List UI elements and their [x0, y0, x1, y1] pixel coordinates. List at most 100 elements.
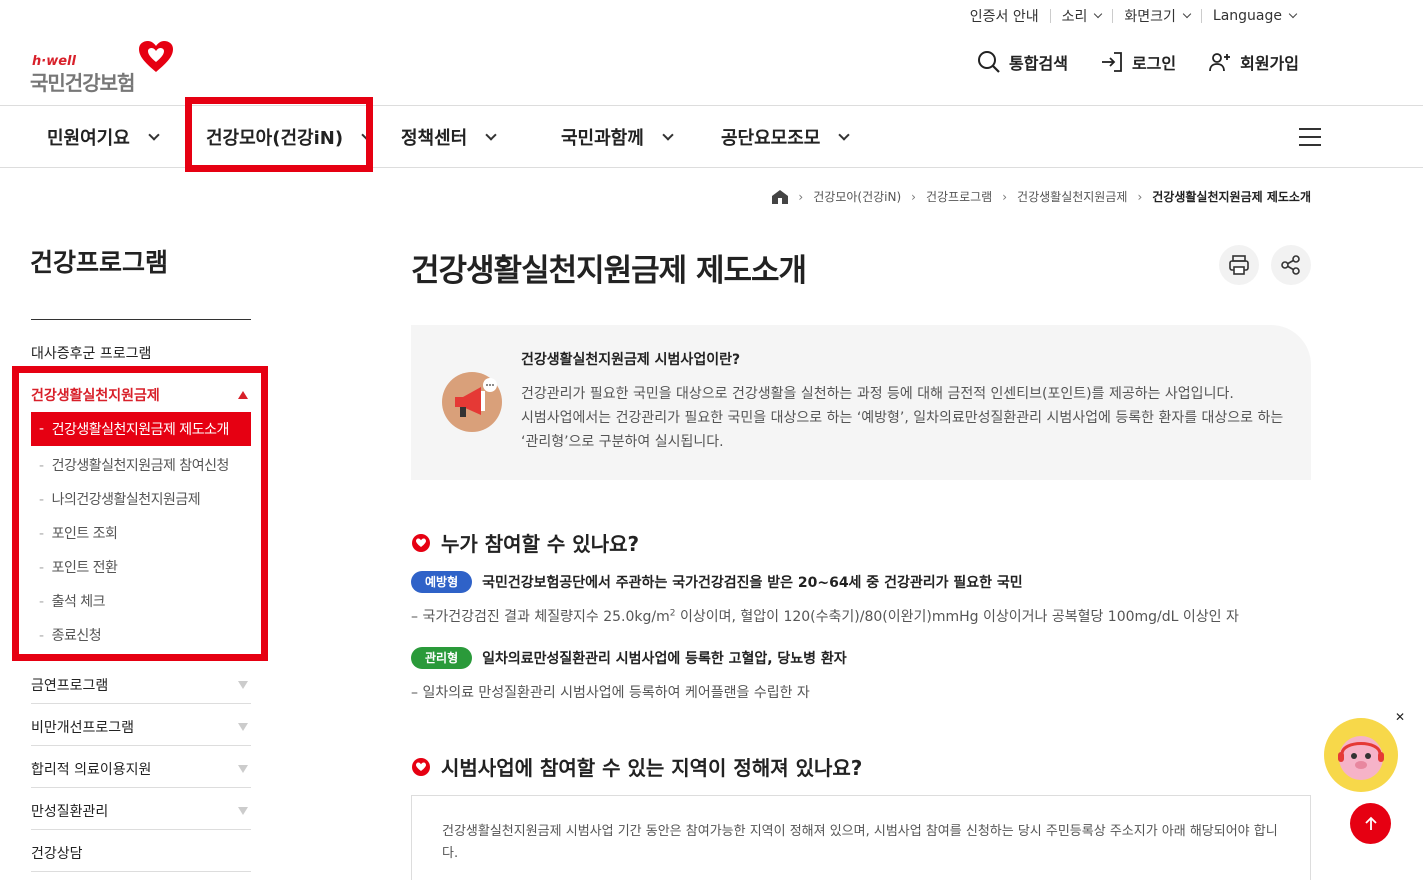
chevron-down-icon: [148, 128, 160, 141]
cert-guide-link[interactable]: 인증서 안내: [959, 6, 1050, 26]
sidebar-item-label: 합리적 의료이용지원: [31, 762, 152, 778]
sidebar-sub-item[interactable]: - 나의건강생활실천지원금제: [39, 489, 201, 509]
gnb-item-policy[interactable]: 정책센터: [401, 106, 497, 167]
sidebar-sub-item[interactable]: - 포인트 전환: [39, 557, 118, 577]
chevron-down-icon: [662, 128, 674, 141]
megaphone-icon: [442, 372, 502, 432]
sidebar-divider: [31, 871, 251, 872]
gnb-label: 국민과함께: [561, 127, 644, 149]
login-label: 로그인: [1131, 54, 1177, 73]
intro-text: 건강관리가 필요한 국민을 대상으로 건강생활을 실천하는 과정 등에 대해 금…: [521, 382, 1291, 454]
arrow-up-icon: [1364, 816, 1377, 830]
sidebar-divider: [31, 703, 251, 704]
triangle-up-icon: [238, 391, 248, 399]
scroll-top-button[interactable]: [1350, 803, 1391, 844]
eligibility-row-manage: 관리형 일차의료만성질환관리 시범사업에 등록한 고혈압, 당뇨병 환자: [411, 647, 847, 669]
sidebar-divider: [31, 745, 251, 746]
sidebar-sub-label: 나의건강생활실천지원금제: [51, 492, 201, 508]
section-title: 시범사업에 참여할 수 있는 지역이 정해져 있나요?: [441, 756, 863, 780]
sound-label: 소리: [1061, 9, 1088, 25]
sidebar-sub-item[interactable]: - 종료신청: [39, 625, 102, 645]
page-title: 건강생활실천지원금제 제도소개: [411, 253, 807, 289]
section-title: 누가 참여할 수 있나요?: [441, 532, 640, 556]
close-icon[interactable]: ✕: [1395, 710, 1405, 724]
eligibility-text: 일차의료만성질환관리 시범사업에 등록한 고혈압, 당뇨병 환자: [482, 651, 847, 667]
sidebar-item-chronic[interactable]: 만성질환관리: [31, 801, 251, 821]
logo-name: 국민건강보험: [30, 71, 135, 95]
highlight-box-gnb: [185, 97, 373, 172]
badge-manage: 관리형: [411, 647, 473, 669]
intro-heading: 건강생활실천지원금제 시범사업이란?: [521, 352, 741, 368]
login-button[interactable]: 로그인: [1100, 50, 1176, 74]
triangle-down-icon: [238, 681, 248, 689]
breadcrumb-separator: ›: [1137, 189, 1143, 204]
breadcrumb-separator: ›: [911, 189, 916, 204]
triangle-down-icon: [238, 807, 248, 815]
sidebar-item-metabolic[interactable]: 대사증후군 프로그램: [31, 343, 251, 363]
sidebar-divider: [31, 787, 251, 788]
sidebar-sub-label: 포인트 전환: [51, 560, 118, 576]
menu-icon[interactable]: [1299, 128, 1321, 152]
print-button[interactable]: [1219, 245, 1259, 285]
login-icon: [1101, 52, 1122, 72]
dash-icon: -: [39, 492, 44, 508]
language-label: Language: [1212, 8, 1282, 24]
chevron-down-icon: [485, 128, 497, 141]
print-icon: [1229, 255, 1249, 275]
chevron-down-icon: [838, 128, 851, 141]
dash-icon: -: [39, 560, 44, 576]
gnb-label: 공단요모조모: [721, 127, 821, 149]
breadcrumb-item[interactable]: 건강프로그램: [926, 188, 992, 205]
screen-size-label: 화면크기: [1124, 9, 1176, 25]
signup-button[interactable]: 회원가입: [1208, 50, 1299, 74]
gnb-item-about[interactable]: 공단요모조모: [721, 106, 851, 167]
breadcrumb-item[interactable]: 건강생활실천지원금제: [1017, 188, 1127, 205]
gnb-item-together[interactable]: 국민과함께: [561, 106, 674, 167]
intro-line: ‘관리형’으로 구분하여 실시됩니다.: [521, 434, 724, 450]
screen-size-dropdown[interactable]: 화면크기: [1113, 6, 1201, 26]
search-button[interactable]: 통합검색: [977, 50, 1068, 74]
sidebar-sub-item[interactable]: - 출석 체크: [39, 591, 106, 611]
breadcrumb-current: 건강생활실천지원금제 제도소개: [1152, 190, 1311, 204]
sidebar-item-consult[interactable]: 건강상담: [31, 843, 251, 863]
sidebar-sub-label: 건강생활실천지원금제 참여신청: [51, 458, 230, 474]
site-logo[interactable]: h·well 국민건강보험: [30, 40, 180, 95]
sidebar-sub-item[interactable]: - 건강생활실천지원금제 참여신청: [39, 455, 229, 475]
chatbot-button[interactable]: [1324, 718, 1398, 792]
user-add-icon: [1209, 53, 1231, 72]
chevron-down-icon: [1288, 9, 1298, 19]
triangle-down-icon: [238, 723, 248, 731]
sidebar-item-label: 대사증후군 프로그램: [31, 346, 152, 362]
heart-bullet-icon: [412, 533, 430, 552]
share-button[interactable]: [1271, 245, 1311, 285]
triangle-down-icon: [238, 765, 248, 773]
heart-logo-icon: [139, 41, 173, 72]
sidebar-item-label: 금연프로그램: [31, 678, 109, 694]
header-actions: 통합검색 로그인 회원가입: [977, 50, 1299, 74]
sidebar-item-smoking[interactable]: 금연프로그램: [31, 675, 251, 695]
sidebar-item-medical[interactable]: 합리적 의료이용지원: [31, 759, 251, 779]
sidebar-sub-active[interactable]: - 건강생활실천지원금제 제도소개: [31, 412, 251, 446]
gnb-item-civil[interactable]: 민원여기요: [47, 106, 160, 167]
chatbot-mascot-icon: [1338, 736, 1384, 780]
sidebar-title: 건강프로그램: [30, 248, 169, 277]
dash-icon: -: [39, 594, 44, 610]
region-text: 건강생활실천지원금제 시범사업 기간 동안은 참여가능한 지역이 정해져 있으며…: [442, 824, 1278, 861]
sidebar-sub-label: 종료신청: [51, 628, 102, 644]
eligibility-note: – 국가건강검진 결과 체질량지수 25.0kg/m2 이상이며, 혈압이 12…: [411, 606, 1239, 626]
gnb-label: 정책센터: [401, 127, 468, 149]
sidebar-divider: [31, 829, 251, 830]
eligibility-text: 국민건강보험공단에서 주관하는 국가건강검진을 받은 20~64세 중 건강관리…: [482, 575, 1023, 591]
utility-bar: 인증서 안내 소리 화면크기 Language: [959, 6, 1307, 26]
sidebar-item-obesity[interactable]: 비만개선프로그램: [31, 717, 251, 737]
breadcrumb-item[interactable]: 건강모아(건강iN): [813, 188, 901, 205]
signup-label: 회원가입: [1240, 54, 1299, 73]
home-icon[interactable]: [772, 189, 789, 204]
sidebar-sub-item[interactable]: - 포인트 조회: [39, 523, 118, 543]
breadcrumb: › 건강모아(건강iN) › 건강프로그램 › 건강생활실천지원금제 › 건강생…: [772, 188, 1311, 205]
sidebar-group-active[interactable]: 건강생활실천지원금제: [31, 385, 251, 405]
sidebar-item-label: 만성질환관리: [31, 804, 109, 820]
sound-dropdown[interactable]: 소리: [1051, 6, 1113, 26]
language-dropdown[interactable]: Language: [1202, 8, 1307, 24]
sidebar-item-label: 건강상담: [31, 846, 83, 862]
